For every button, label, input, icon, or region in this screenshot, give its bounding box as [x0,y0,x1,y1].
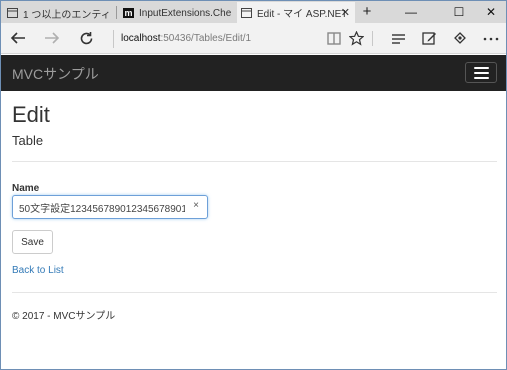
divider [12,161,497,162]
url-host: localhost [121,33,161,44]
forward-button[interactable] [41,28,63,48]
more-dots-icon [483,37,499,40]
save-button[interactable]: Save [12,230,53,254]
hamburger-icon [473,66,489,69]
clear-icon[interactable]: × [193,200,199,211]
m-logo-icon: m [123,8,134,18]
tab-bar: 1 つ以上のエンティティで m InputExtensions.Check Ed… [1,1,506,23]
hamburger-icon [473,71,489,74]
page-icon [7,8,18,18]
web-note-button[interactable] [419,29,439,48]
url-field[interactable]: localhost:50436/Tables/Edit/1 [113,30,318,48]
url-path: :50436/Tables/Edit/1 [160,33,252,44]
site-navbar: MVCサンプル [1,55,506,91]
tab-title: 1 つ以上のエンティティで [23,9,111,21]
refresh-button[interactable] [75,28,97,48]
refresh-icon [80,31,92,44]
tab-title: InputExtensions.Check [139,7,231,19]
tab-separator [116,6,117,19]
name-input[interactable] [19,199,185,215]
hub-button[interactable] [388,29,408,48]
address-bar: localhost:50436/Tables/Edit/1 [1,23,506,54]
star-icon [348,31,364,46]
footer-text: © 2017 - MVCサンプル [12,311,116,322]
arrow-right-icon [45,32,60,44]
arrow-left-icon [10,32,25,44]
page-icon [241,7,252,18]
divider [12,292,497,293]
tab-edit-active[interactable]: Edit - マイ ASP.NET ✕ [237,2,355,23]
new-tab-button[interactable]: + [358,3,376,21]
close-window-button[interactable]: ✕ [471,1,506,23]
menu-toggle-button[interactable] [465,62,497,83]
hamburger-icon [473,76,489,79]
name-field-container: × [12,195,208,219]
brand-link[interactable]: MVCサンプル [12,64,99,84]
back-to-list-link[interactable]: Back to List [12,265,64,276]
browser-window: 1 つ以上のエンティティで m InputExtensions.Check Ed… [0,0,507,370]
page-title: Edit [12,102,50,127]
minimize-button[interactable]: — [391,1,431,23]
favorite-button[interactable] [346,29,366,48]
toolbar-separator [372,31,373,46]
close-tab-icon[interactable]: ✕ [341,6,350,19]
share-icon [454,32,466,44]
name-label: Name [12,183,40,194]
reading-view-button[interactable] [324,29,344,48]
hub-lines-icon [391,34,405,44]
book-icon [327,32,341,45]
tab-title: Edit - マイ ASP.NET [257,9,345,20]
tab-inputextensions[interactable]: m InputExtensions.Check [119,3,235,23]
share-button[interactable] [450,29,470,48]
more-button[interactable] [481,29,501,48]
back-button[interactable] [7,28,29,48]
svg-text:m: m [125,8,133,18]
page-subtitle: Table [12,133,44,148]
pen-square-icon [421,32,436,45]
tab-entity[interactable]: 1 つ以上のエンティティで [3,3,115,23]
